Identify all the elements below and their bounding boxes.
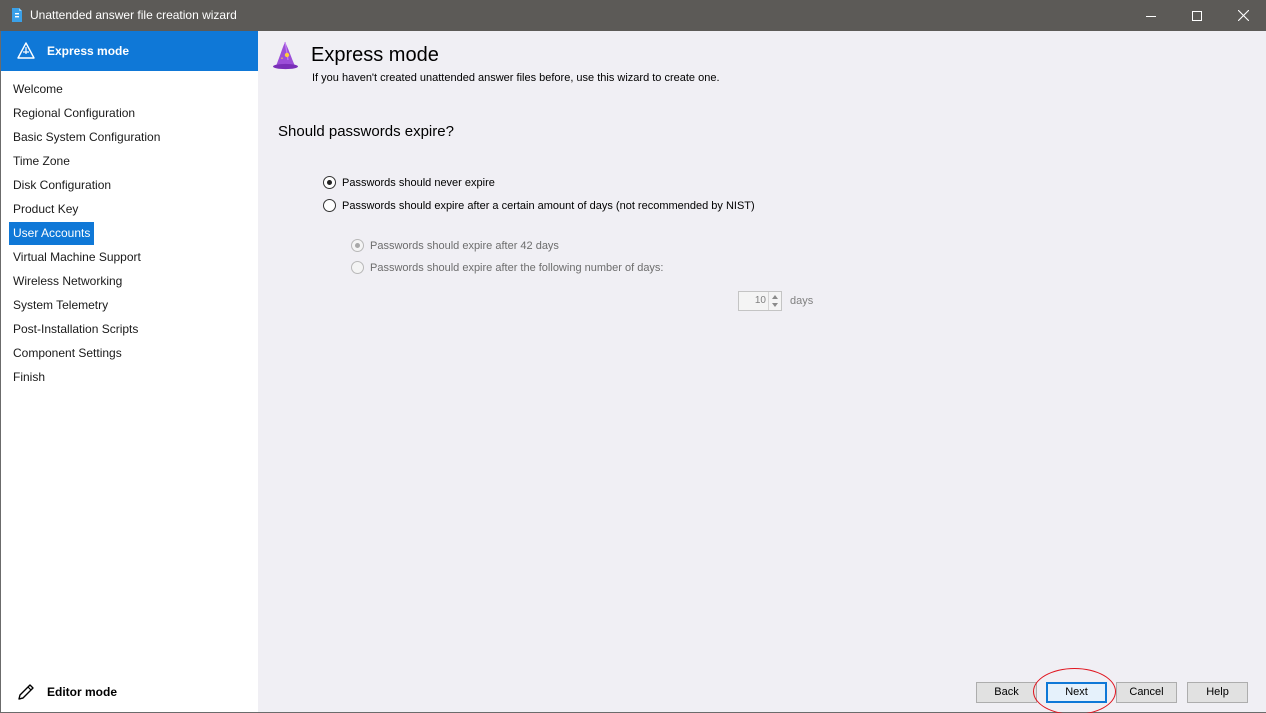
stepper-up-icon	[772, 295, 778, 299]
sidebar-item-time-zone[interactable]: Time Zone	[9, 150, 74, 173]
days-unit-label: days	[790, 295, 814, 307]
days-stepper: 10	[738, 291, 782, 311]
expire-custom-days-radio	[351, 261, 364, 274]
expire-42-days-radio	[351, 239, 364, 252]
never-expire-label: Passwords should never expire	[342, 176, 495, 189]
never-expire-option[interactable]: Passwords should never expire	[323, 176, 495, 189]
title-bar: Unattended answer file creation wizard	[0, 0, 1266, 31]
days-value: 10	[754, 295, 766, 306]
close-icon	[1237, 10, 1249, 21]
page-title: Express mode	[311, 44, 439, 66]
editor-mode-label: Editor mode	[47, 685, 118, 699]
stepper-down-icon	[772, 303, 778, 307]
sidebar-item-wireless-networking[interactable]: Wireless Networking	[9, 270, 126, 293]
document-icon	[11, 8, 23, 22]
sidebar-item-post-installation-scripts[interactable]: Post-Installation Scripts	[9, 318, 142, 341]
sidebar-item-virtual-machine-support[interactable]: Virtual Machine Support	[9, 246, 145, 269]
sidebar-item-basic-system-configuration[interactable]: Basic System Configuration	[9, 126, 164, 149]
maximize-button[interactable]	[1174, 0, 1220, 31]
sidebar-item-welcome[interactable]: Welcome	[9, 78, 67, 101]
expire-radio[interactable]	[323, 199, 336, 212]
page-subtitle: If you haven't created unattended answer…	[312, 72, 720, 84]
close-button[interactable]	[1220, 0, 1266, 31]
wizard-window: Express mode Welcome Regional Configurat…	[0, 31, 1266, 713]
expire-custom-days-option: Passwords should expire after the follow…	[351, 261, 664, 274]
sidebar-item-product-key[interactable]: Product Key	[9, 198, 82, 221]
wizard-triangle-icon	[16, 41, 36, 64]
sidebar-item-disk-configuration[interactable]: Disk Configuration	[9, 174, 115, 197]
express-mode-header[interactable]: Express mode	[1, 31, 258, 71]
back-button[interactable]: Back	[976, 682, 1037, 703]
sidebar-item-user-accounts[interactable]: User Accounts	[9, 222, 95, 245]
sidebar-item-system-telemetry[interactable]: System Telemetry	[9, 294, 112, 317]
question-heading: Should passwords expire?	[278, 123, 454, 140]
minimize-button[interactable]	[1128, 0, 1174, 31]
main-content: Express mode If you haven't created unat…	[258, 31, 1266, 713]
sidebar: Express mode Welcome Regional Configurat…	[1, 31, 258, 712]
sidebar-header-label: Express mode	[47, 44, 130, 58]
sidebar-item-component-settings[interactable]: Component Settings	[9, 342, 126, 365]
sidebar-item-finish[interactable]: Finish	[9, 366, 49, 389]
pencil-icon	[15, 681, 37, 706]
expire-custom-days-label: Passwords should expire after the follow…	[370, 261, 664, 274]
expire-42-days-label: Passwords should expire after 42 days	[370, 239, 559, 252]
stepper-arrows	[768, 292, 781, 310]
expire-label: Passwords should expire after a certain …	[342, 199, 755, 212]
sidebar-item-regional-configuration[interactable]: Regional Configuration	[9, 102, 139, 125]
wizard-hat-icon	[270, 40, 300, 73]
next-button[interactable]: Next	[1046, 682, 1107, 703]
never-expire-radio[interactable]	[323, 176, 336, 189]
expire-42-days-option: Passwords should expire after 42 days	[351, 239, 559, 252]
maximize-icon	[1192, 10, 1202, 21]
minimize-icon	[1146, 15, 1156, 17]
help-button[interactable]: Help	[1187, 682, 1248, 703]
expire-option[interactable]: Passwords should expire after a certain …	[323, 199, 755, 212]
cancel-button[interactable]: Cancel	[1116, 682, 1177, 703]
window-title: Unattended answer file creation wizard	[30, 8, 237, 22]
